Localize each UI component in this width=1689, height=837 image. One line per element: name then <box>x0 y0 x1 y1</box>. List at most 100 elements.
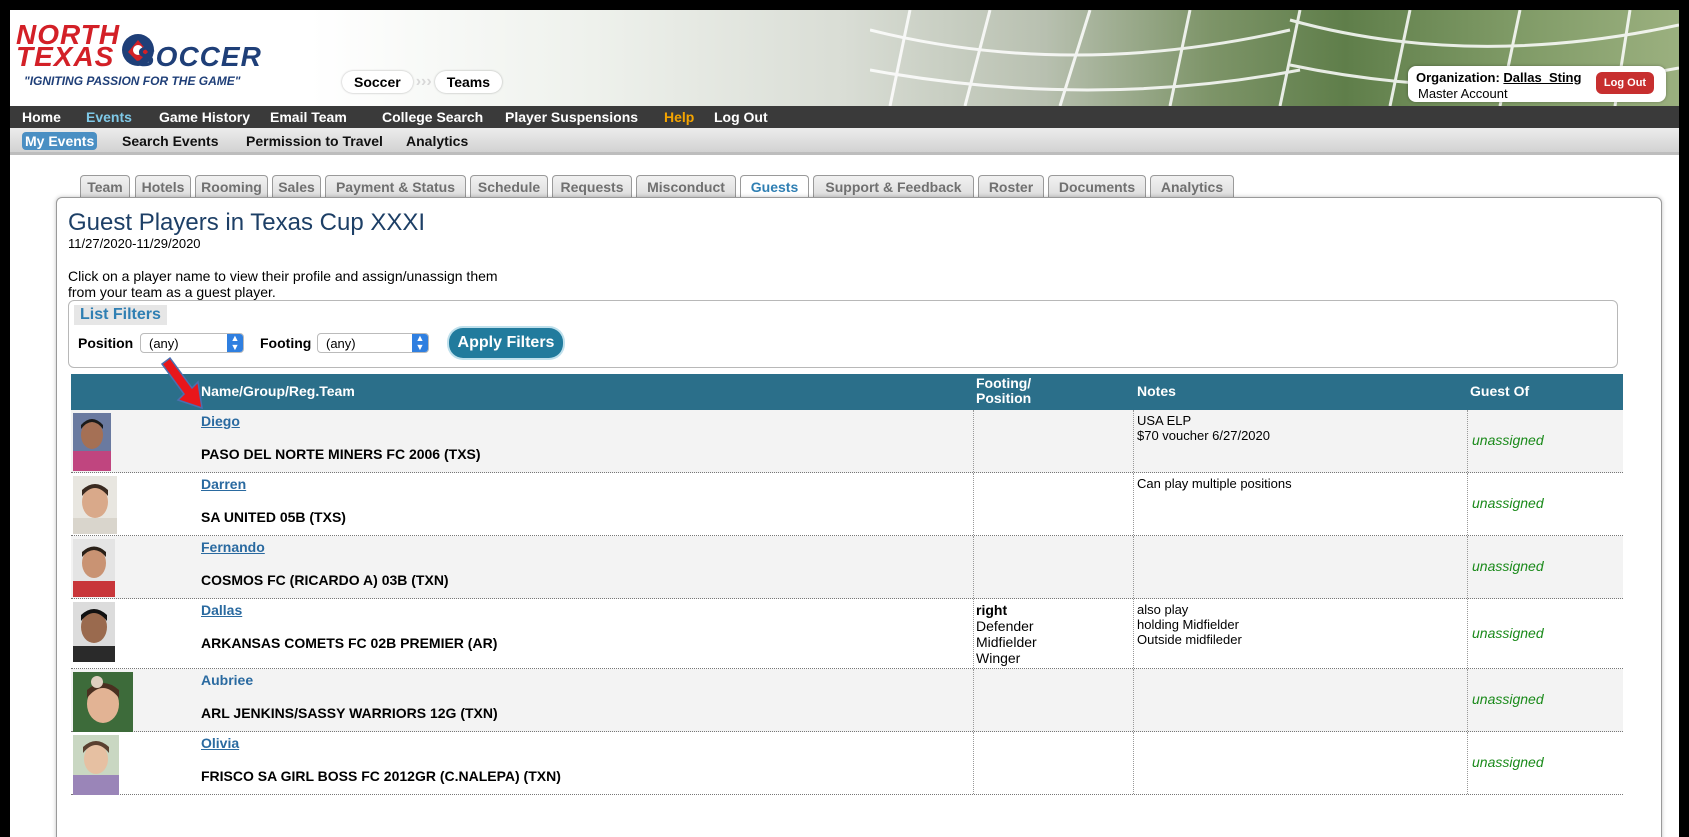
guest-of-status[interactable]: unassigned <box>1472 754 1544 770</box>
nav-game-history[interactable]: Game History <box>159 109 250 125</box>
filters-title: List Filters <box>74 305 167 325</box>
tab-support-feedback[interactable]: Support & Feedback <box>813 175 974 198</box>
browser-frame: NORTH TEXAS SOCCER "IGNITING PASSION FOR… <box>10 10 1679 837</box>
event-date-range: 11/27/2020-11/29/2020 <box>68 236 201 251</box>
header-position: Position <box>976 390 1032 406</box>
player-name-link[interactable]: Aubriee <box>201 672 253 688</box>
player-name-link[interactable]: Olivia <box>201 735 239 751</box>
player-photo[interactable] <box>73 413 111 471</box>
instructions-text: Click on a player name to view their pro… <box>68 268 498 300</box>
subnav-search-events[interactable]: Search Events <box>122 133 219 149</box>
breadcrumb-soccer[interactable]: Soccer <box>342 71 413 93</box>
account-type: Master Account <box>1418 86 1508 101</box>
tab-schedule[interactable]: Schedule <box>470 175 548 198</box>
player-photo[interactable] <box>73 476 117 534</box>
player-team: SA UNITED 05B (TXS) <box>201 509 346 525</box>
player-position: Winger <box>976 650 1021 666</box>
logo-tagline: "IGNITING PASSION FOR THE GAME" <box>24 74 241 88</box>
table-row[interactable]: Aubriee ARL JENKINS/SASSY WARRIORS 12G (… <box>71 669 1623 732</box>
player-name-link[interactable]: Darren <box>201 476 246 492</box>
nav-log-out[interactable]: Log Out <box>714 109 768 125</box>
guest-of-status[interactable]: unassigned <box>1472 432 1544 448</box>
table-row[interactable]: Fernando COSMOS FC (RICARDO A) 03B (TXN)… <box>71 536 1623 599</box>
table-row[interactable]: Diego PASO DEL NORTE MINERS FC 2006 (TXS… <box>71 410 1623 473</box>
tab-hotels[interactable]: Hotels <box>135 175 191 198</box>
organization-label: Organization: Dallas_Sting <box>1416 70 1581 85</box>
breadcrumb-separator-icon: ››› <box>415 73 432 90</box>
player-team: PASO DEL NORTE MINERS FC 2006 (TXS) <box>201 446 481 462</box>
tab-analytics[interactable]: Analytics <box>1150 175 1234 198</box>
organization-box: Organization: Dallas_Sting Master Accoun… <box>1408 66 1666 102</box>
note-line: Outside midfileder <box>1137 632 1242 647</box>
organization-link[interactable]: Dallas_Sting <box>1503 70 1581 85</box>
note-line: Can play multiple positions <box>1137 476 1292 491</box>
player-team: FRISCO SA GIRL BOSS FC 2012GR (C.NALEPA)… <box>201 768 561 784</box>
list-filters: List Filters Position (any) ▲ ▼ Footing (… <box>68 300 1618 368</box>
tab-team[interactable]: Team <box>80 175 130 198</box>
breadcrumb: Soccer ››› Teams <box>342 71 503 93</box>
player-photo[interactable] <box>73 672 133 732</box>
guest-of-status[interactable]: unassigned <box>1472 495 1544 511</box>
nav-events[interactable]: Events <box>86 109 132 125</box>
footing-filter-label: Footing <box>260 335 312 351</box>
player-team: COSMOS FC (RICARDO A) 03B (TXN) <box>201 572 449 588</box>
subnav-my-events[interactable]: My Events <box>22 132 98 150</box>
nav-help[interactable]: Help <box>664 109 694 125</box>
player-footing-position: right Defender Midfielder Winger <box>976 602 1037 666</box>
position-filter-label: Position <box>78 335 134 351</box>
footing-select-value: (any) <box>326 336 356 351</box>
tab-rooming[interactable]: Rooming <box>195 175 268 198</box>
table-row[interactable]: Darren SA UNITED 05B (TXS) Can play mult… <box>71 473 1623 536</box>
guest-of-status[interactable]: unassigned <box>1472 625 1544 641</box>
header-footing-position: Footing/ Position <box>976 376 1031 406</box>
player-team: ARL JENKINS/SASSY WARRIORS 12G (TXN) <box>201 705 498 721</box>
footing-select[interactable]: (any) ▲ ▼ <box>317 333 429 353</box>
tab-documents[interactable]: Documents <box>1048 175 1146 198</box>
organization-label-text: Organization: <box>1416 70 1500 85</box>
tab-roster[interactable]: Roster <box>978 175 1044 198</box>
player-team: ARKANSAS COMETS FC 02B PREMIER (AR) <box>201 635 498 651</box>
north-texas-soccer-logo[interactable]: NORTH TEXAS SOCCER "IGNITING PASSION FOR… <box>16 21 296 92</box>
header-name: Name/Group/Reg.Team <box>201 383 355 399</box>
player-name-link[interactable]: Fernando <box>201 539 265 555</box>
tab-requests[interactable]: Requests <box>552 175 632 198</box>
tab-misconduct[interactable]: Misconduct <box>636 175 736 198</box>
player-notes: USA ELP $70 voucher 6/27/2020 <box>1137 413 1457 443</box>
logo-text-texas: TEXAS <box>16 41 115 72</box>
subnav-analytics[interactable]: Analytics <box>406 133 468 149</box>
header-guest-of: Guest Of <box>1470 383 1530 399</box>
player-notes: Can play multiple positions <box>1137 476 1457 491</box>
select-arrows-icon: ▲ ▼ <box>227 334 243 352</box>
guest-of-status[interactable]: unassigned <box>1472 558 1544 574</box>
subnav-permission-to-travel[interactable]: Permission to Travel <box>246 133 383 149</box>
nav-email-team[interactable]: Email Team <box>270 109 347 125</box>
player-photo[interactable] <box>73 735 119 795</box>
player-photo[interactable] <box>73 539 115 597</box>
tab-sales[interactable]: Sales <box>272 175 321 198</box>
player-photo[interactable] <box>73 602 115 662</box>
player-position: Defender <box>976 618 1034 634</box>
guests-panel: Guest Players in Texas Cup XXXI 11/27/20… <box>56 197 1662 837</box>
player-footing: right <box>976 602 1008 618</box>
table-header: Name/Group/Reg.Team Footing/ Position No… <box>71 374 1623 410</box>
guest-of-status[interactable]: unassigned <box>1472 691 1544 707</box>
table-row[interactable]: Olivia FRISCO SA GIRL BOSS FC 2012GR (C.… <box>71 732 1623 795</box>
note-line: USA ELP <box>1137 413 1192 428</box>
tab-payment-status[interactable]: Payment & Status <box>325 175 466 198</box>
player-name-link[interactable]: Dallas <box>201 602 242 618</box>
player-notes: also play holding Midfielder Outside mid… <box>1137 602 1457 647</box>
apply-filters-button[interactable]: Apply Filters <box>449 328 563 358</box>
nav-player-suspensions[interactable]: Player Suspensions <box>505 109 638 125</box>
table-row[interactable]: Dallas ARKANSAS COMETS FC 02B PREMIER (A… <box>71 599 1623 669</box>
breadcrumb-teams[interactable]: Teams <box>434 71 503 93</box>
header-footing: Footing/ <box>976 375 1032 391</box>
site-header: NORTH TEXAS SOCCER "IGNITING PASSION FOR… <box>10 10 1679 106</box>
position-select-value: (any) <box>149 336 179 351</box>
header-logout-button[interactable]: Log Out <box>1596 72 1654 94</box>
note-line: $70 voucher 6/27/2020 <box>1137 428 1270 443</box>
nav-college-search[interactable]: College Search <box>382 109 483 125</box>
nav-home[interactable]: Home <box>22 109 61 125</box>
note-line: holding Midfielder <box>1137 617 1239 632</box>
page-title: Guest Players in Texas Cup XXXI <box>68 209 426 236</box>
position-select[interactable]: (any) ▲ ▼ <box>140 333 244 353</box>
